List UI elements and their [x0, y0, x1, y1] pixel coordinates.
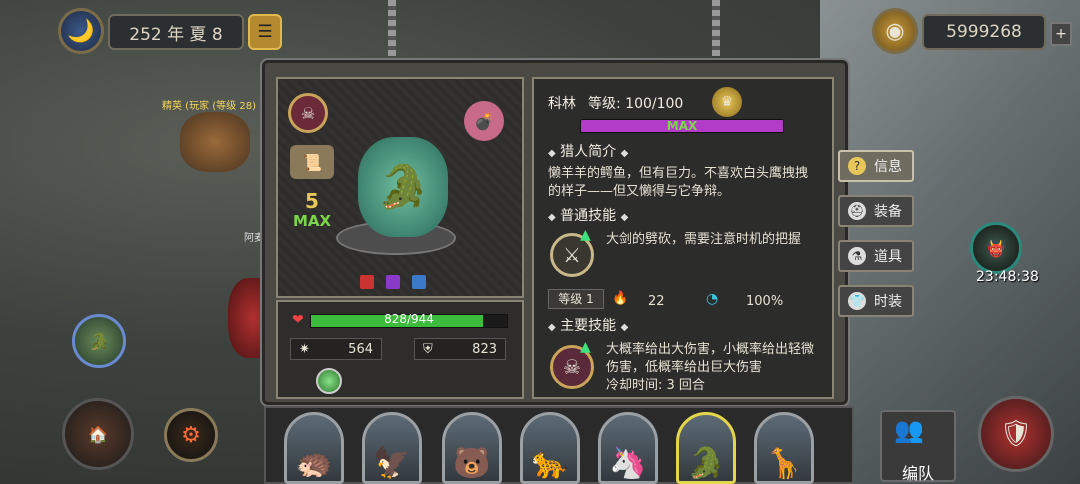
- bio-text: 懒羊羊的鳄鱼，但有巨力。不喜欢白头鹰拽拽的样子——但又懒得与它争辩。: [548, 166, 809, 199]
- element-badge-icon[interactable]: ☠: [288, 93, 328, 133]
- chain-left: [388, 0, 396, 56]
- magic-buff-icon[interactable]: [386, 275, 400, 289]
- hero-info-panel: 科林 等级: 100/100 ♛ MAX ◆ 猎人简介 ◆ 懒羊羊的鳄鱼，但有巨…: [532, 77, 834, 399]
- hero-level: 等级: 100/100: [588, 96, 684, 112]
- tab-info[interactable]: ? 信息: [838, 150, 914, 182]
- crocodile-hero-model[interactable]: 🐊: [358, 137, 448, 237]
- exp-max-label: MAX: [666, 119, 698, 133]
- hero-card-leopard[interactable]: 🐆: [520, 412, 580, 484]
- skill1-level: 等级 1: [548, 289, 604, 309]
- defense-icon: ⛨: [423, 341, 433, 357]
- hero-card-crocodile[interactable]: 🐊: [676, 412, 736, 484]
- defense-stat: ⛨ 823: [414, 338, 506, 360]
- season-clock-icon[interactable]: 🌙: [58, 8, 104, 54]
- date-display: 252 年 夏 8: [108, 14, 244, 50]
- bio-header: ◆ 猎人简介 ◆: [548, 144, 629, 160]
- scroll-item-icon[interactable]: 📜: [290, 145, 334, 179]
- home-castle-icon[interactable]: 🏠: [62, 398, 134, 470]
- skill2-title: 主要技能: [560, 318, 617, 334]
- hero-card-hedgehog[interactable]: 🦔: [284, 412, 344, 484]
- fire-cost-icon: 🔥: [612, 291, 629, 306]
- tab-equipment[interactable]: ⛑ 装备: [838, 195, 914, 227]
- skill2-cooldown: 冷却时间: 3 回合: [606, 378, 705, 393]
- attack-buff-icon[interactable]: [360, 275, 374, 289]
- star-rank-badge: 5 MAX: [288, 189, 336, 235]
- shirt-icon: 👕: [848, 292, 866, 310]
- hero-card-eagle[interactable]: 🦅: [362, 412, 422, 484]
- defense-value: 823: [472, 341, 497, 357]
- star-level: 5: [305, 189, 319, 213]
- enemy-monster[interactable]: [180, 112, 250, 172]
- upgrade-arrow-icon-2[interactable]: ▲: [580, 339, 591, 355]
- hero-avatar-icon[interactable]: 🐊: [72, 314, 126, 368]
- skill1-cost: 22: [648, 294, 665, 309]
- gear-fire-icon[interactable]: ⚙: [164, 408, 218, 462]
- hero-card-bear[interactable]: 🐻: [442, 412, 502, 484]
- tab-equipment-label: 装备: [874, 204, 902, 220]
- hp-value: 828/944: [384, 312, 434, 326]
- potion-bag-icon: ⚗: [848, 247, 866, 265]
- skill2-desc: 大概率给出大伤害，小概率给出轻微伤害，低概率给出巨大伤害: [606, 342, 815, 375]
- menu-icon[interactable]: ☰: [248, 14, 282, 50]
- tab-items[interactable]: ⚗ 道具: [838, 240, 914, 272]
- tab-costume-label: 时装: [874, 294, 902, 310]
- info-icon: ?: [848, 157, 866, 175]
- skill1-desc: 大剑的劈砍，需要注意时机的把握: [606, 232, 802, 247]
- chain-right: [712, 0, 720, 56]
- skill2-header: ◆ 主要技能 ◆: [548, 318, 629, 334]
- boss-portrait-icon[interactable]: 👹: [970, 222, 1022, 274]
- buff-icons: [360, 275, 426, 289]
- attack-stat: ✷ 564: [290, 338, 382, 360]
- tab-costume[interactable]: 👕 时装: [838, 285, 914, 317]
- speed-buff-icon[interactable]: [412, 275, 426, 289]
- tab-info-label: 信息: [874, 159, 902, 175]
- potion-icon[interactable]: [316, 368, 342, 394]
- hero-card-unicorn[interactable]: 🦄: [598, 412, 658, 484]
- attack-value: 564: [348, 341, 373, 357]
- skill1-header: ◆ 普通技能 ◆: [548, 208, 629, 224]
- helmet-icon: ⛑: [848, 202, 866, 220]
- bio-title: 猎人简介: [560, 144, 617, 160]
- boss-timer: 23:48:38: [976, 269, 1039, 285]
- skill1-title: 普通技能: [560, 208, 617, 224]
- coin-icon: ◉: [872, 8, 918, 54]
- add-gold-icon[interactable]: +: [1050, 22, 1072, 46]
- gold-amount: 5999268: [922, 14, 1046, 50]
- formation-label: 编队: [901, 464, 934, 483]
- upgrade-arrow-icon[interactable]: ▲: [580, 227, 591, 243]
- skill1-rate: 100%: [746, 294, 784, 309]
- hero-model-panel: ☠ 📜 5 MAX 💣 🐊: [276, 77, 524, 298]
- rate-icon: ◔: [706, 291, 719, 307]
- bomb-pet-icon[interactable]: 💣: [464, 101, 504, 141]
- hero-stats-panel: ❤ 828/944 ✷ 564 ⛨ 823: [276, 300, 524, 399]
- hero-card-giraffe[interactable]: 🦒: [754, 412, 814, 484]
- hero-name: 科林: [548, 96, 576, 112]
- battle-shield-icon[interactable]: 🛡: [978, 396, 1054, 472]
- rank-crest-icon: ♛: [712, 87, 742, 117]
- tab-items-label: 道具: [874, 249, 902, 265]
- formation-button[interactable]: 👥 编队: [880, 410, 956, 483]
- heart-icon: ❤: [292, 312, 304, 328]
- exp-bar: MAX: [580, 119, 784, 133]
- team-icon: 👥: [894, 416, 924, 444]
- max-label: MAX: [292, 212, 332, 230]
- attack-icon: ✷: [299, 341, 310, 357]
